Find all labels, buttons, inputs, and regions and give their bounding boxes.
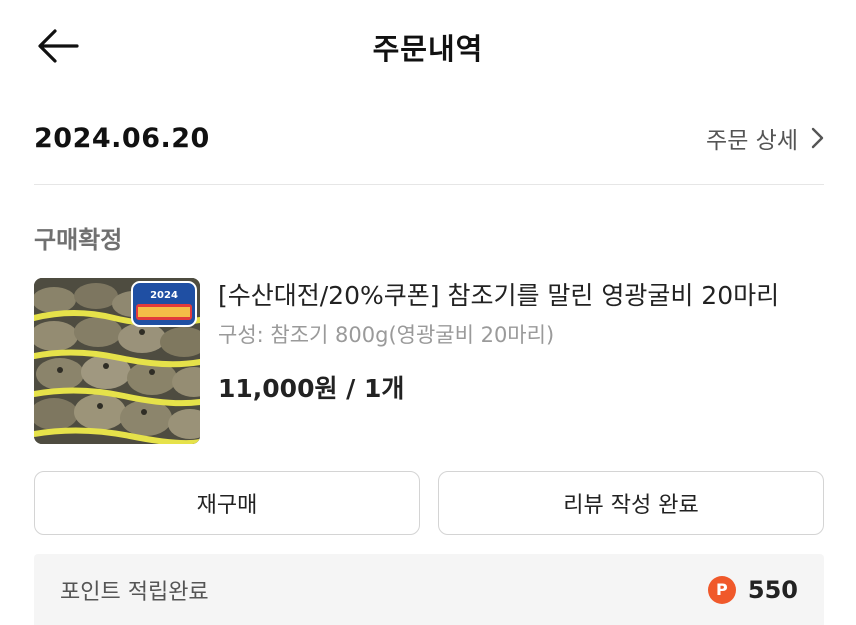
points-value: P 550 [707, 575, 798, 604]
order-history-screen: 주문내역 2024.06.20 주문 상세 구매확정 2024 [수산대전/20… [0, 0, 856, 625]
review-complete-button[interactable]: 리뷰 작성 완료 [438, 471, 824, 535]
product-price: 11,000원 / 1개 [218, 374, 405, 403]
order-detail-label: 주문 상세 [706, 128, 798, 154]
divider [34, 184, 824, 185]
order-status: 구매확정 [34, 226, 123, 254]
points-amount: 550 [747, 575, 798, 604]
product-info: [수산대전/20%쿠폰] 참조기를 말린 영광굴비 20마리 구성: 참조기 8… [218, 278, 824, 405]
svg-text:2024: 2024 [150, 290, 178, 301]
order-date: 2024.06.20 [34, 122, 210, 154]
product-name[interactable]: [수산대전/20%쿠폰] 참조기를 말린 영광굴비 20마리 [218, 278, 824, 313]
page-title: 주문내역 [372, 32, 484, 66]
point-p-icon: P [707, 575, 736, 604]
product-option: 구성: 참조기 800g(영광굴비 20마리) [218, 323, 555, 347]
header: 주문내역 [0, 0, 856, 92]
product-image[interactable]: 2024 [34, 278, 200, 444]
dried-fish-image: 2024 [34, 278, 200, 444]
order-detail-link[interactable]: 주문 상세 [706, 121, 824, 155]
rebuy-button[interactable]: 재구매 [34, 471, 420, 535]
chevron-right-icon [811, 127, 824, 149]
points-earned-bar: 포인트 적립완료 P 550 [34, 554, 824, 625]
points-label: 포인트 적립완료 [60, 579, 209, 605]
order-date-row: 2024.06.20 주문 상세 [34, 110, 824, 166]
